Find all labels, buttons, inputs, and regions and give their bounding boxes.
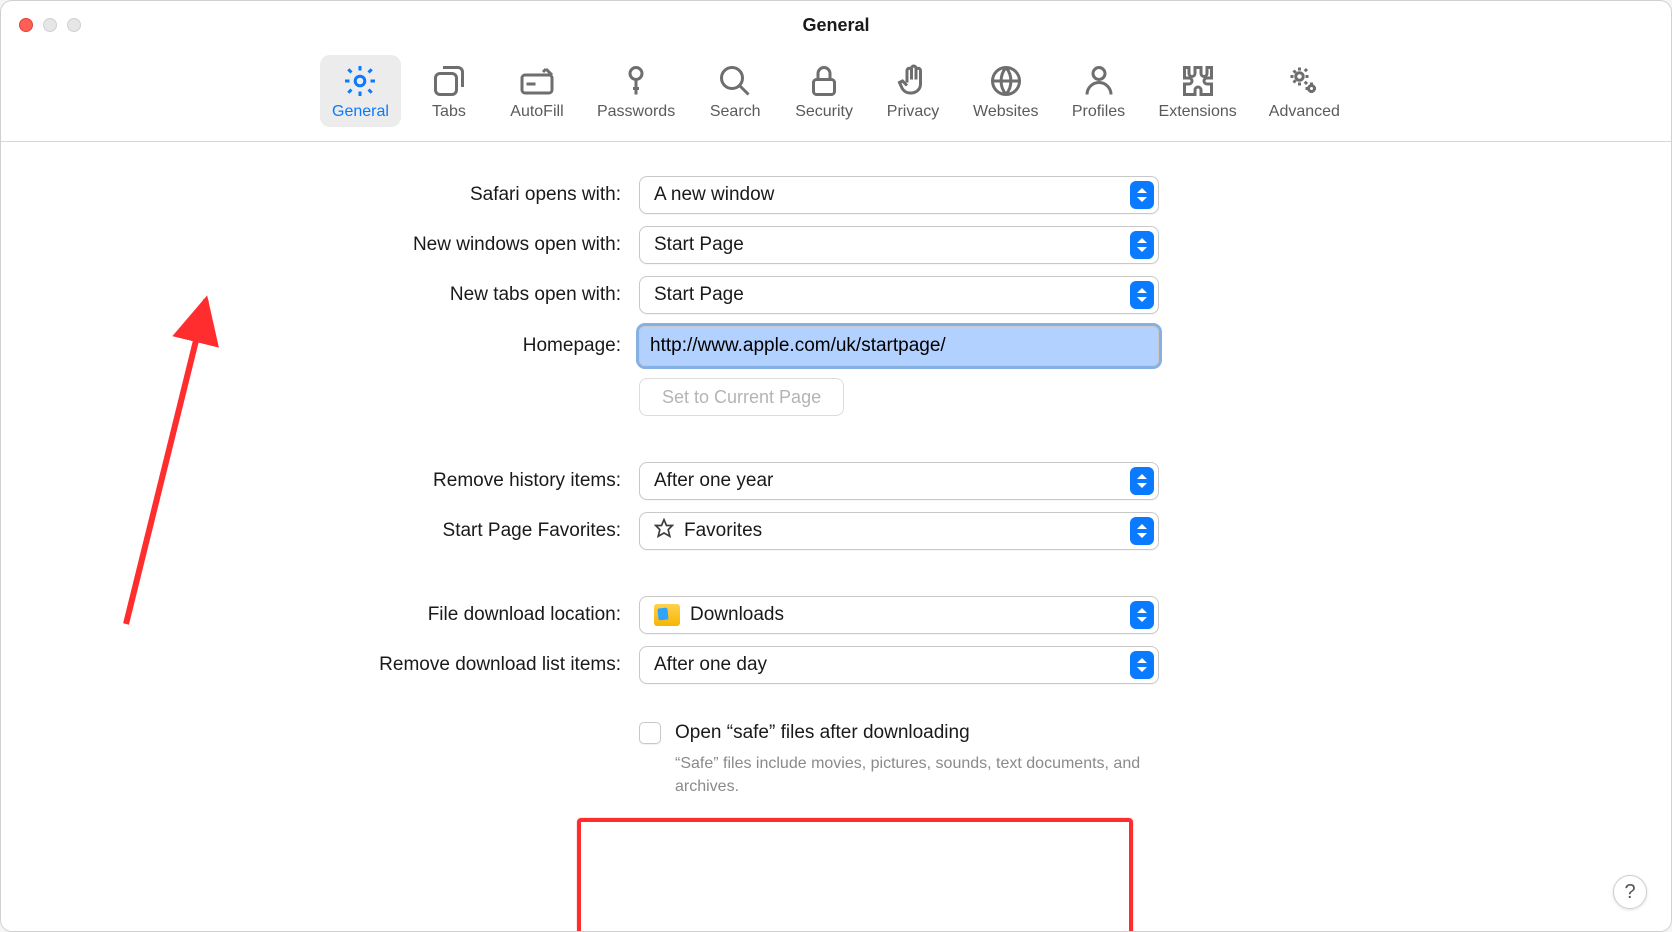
tab-security[interactable]: Security: [783, 55, 865, 127]
preferences-window: General General Tabs AutoFill Passwords Sear…: [0, 0, 1672, 932]
tab-label: Privacy: [887, 103, 939, 121]
remove-download-items-label: Remove download list items:: [1, 654, 621, 676]
window-title: General: [802, 15, 869, 36]
set-to-current-page-button: Set to Current Page: [639, 378, 844, 416]
open-safe-files-setting: Open “safe” files after downloading “Saf…: [639, 722, 1159, 798]
chevron-updown-icon: [1130, 231, 1154, 259]
remove-history-select[interactable]: After one year: [639, 462, 1159, 500]
start-page-favorites-select[interactable]: Favorites: [639, 512, 1159, 550]
globe-icon: [984, 61, 1028, 101]
homepage-label: Homepage:: [1, 335, 621, 357]
homepage-input[interactable]: [639, 326, 1159, 366]
tab-label: Websites: [973, 103, 1039, 121]
tab-passwords[interactable]: Passwords: [585, 55, 687, 127]
tab-label: AutoFill: [510, 103, 563, 121]
key-icon: [614, 61, 658, 101]
open-safe-files-label: Open “safe” files after downloading: [675, 722, 970, 744]
tab-label: Security: [795, 103, 853, 121]
tab-privacy[interactable]: Privacy: [873, 55, 953, 127]
gear-icon: [338, 61, 382, 101]
tab-label: Profiles: [1072, 103, 1125, 121]
start-page-favorites-label: Start Page Favorites:: [1, 520, 621, 542]
tab-extensions[interactable]: Extensions: [1147, 55, 1249, 127]
tab-label: Passwords: [597, 103, 675, 121]
chevron-updown-icon: [1130, 467, 1154, 495]
chevron-updown-icon: [1130, 517, 1154, 545]
remove-history-label: Remove history items:: [1, 470, 621, 492]
tab-label: Search: [710, 103, 761, 121]
new-windows-open-label: New windows open with:: [1, 234, 621, 256]
safari-opens-with-label: Safari opens with:: [1, 184, 621, 206]
close-button[interactable]: [19, 18, 33, 32]
help-button[interactable]: ?: [1613, 875, 1647, 909]
open-safe-files-checkbox[interactable]: [639, 722, 661, 744]
downloads-folder-icon: [654, 604, 680, 626]
new-windows-open-select[interactable]: Start Page: [639, 226, 1159, 264]
chevron-updown-icon: [1130, 601, 1154, 629]
annotation-highlight-box: [577, 818, 1133, 932]
tab-websites[interactable]: Websites: [961, 55, 1051, 127]
open-safe-files-help: “Safe” files include movies, pictures, s…: [675, 752, 1159, 798]
remove-download-items-select[interactable]: After one day: [639, 646, 1159, 684]
lock-icon: [802, 61, 846, 101]
settings-form: Safari opens with: A new window New wind…: [1, 176, 1671, 798]
zoom-button[interactable]: [67, 18, 81, 32]
tab-profiles[interactable]: Profiles: [1059, 55, 1139, 127]
puzzle-icon: [1176, 61, 1220, 101]
tab-label: General: [332, 103, 389, 121]
tab-advanced[interactable]: Advanced: [1257, 55, 1352, 127]
tab-label: Tabs: [432, 103, 466, 121]
tab-autofill[interactable]: AutoFill: [497, 55, 577, 127]
tabs-icon: [427, 61, 471, 101]
file-download-location-select[interactable]: Downloads: [639, 596, 1159, 634]
minimize-button[interactable]: [43, 18, 57, 32]
tab-tabs[interactable]: Tabs: [409, 55, 489, 127]
chevron-updown-icon: [1130, 181, 1154, 209]
tab-label: Extensions: [1159, 103, 1237, 121]
safari-opens-with-select[interactable]: A new window: [639, 176, 1159, 214]
new-tabs-open-select[interactable]: Start Page: [639, 276, 1159, 314]
file-download-location-label: File download location:: [1, 604, 621, 626]
titlebar: General: [1, 1, 1671, 49]
tab-general[interactable]: General: [320, 55, 401, 127]
chevron-updown-icon: [1130, 281, 1154, 309]
new-tabs-open-label: New tabs open with:: [1, 284, 621, 306]
tab-search[interactable]: Search: [695, 55, 775, 127]
star-icon: [654, 518, 674, 544]
autofill-icon: [515, 61, 559, 101]
search-icon: [713, 61, 757, 101]
hand-icon: [891, 61, 935, 101]
gears-icon: [1282, 61, 1326, 101]
person-icon: [1077, 61, 1121, 101]
settings-toolbar: General Tabs AutoFill Passwords Search Securi…: [1, 49, 1671, 142]
content-area: Safari opens with: A new window New wind…: [1, 142, 1671, 931]
tab-label: Advanced: [1269, 103, 1340, 121]
chevron-updown-icon: [1130, 651, 1154, 679]
traffic-lights: [19, 18, 81, 32]
